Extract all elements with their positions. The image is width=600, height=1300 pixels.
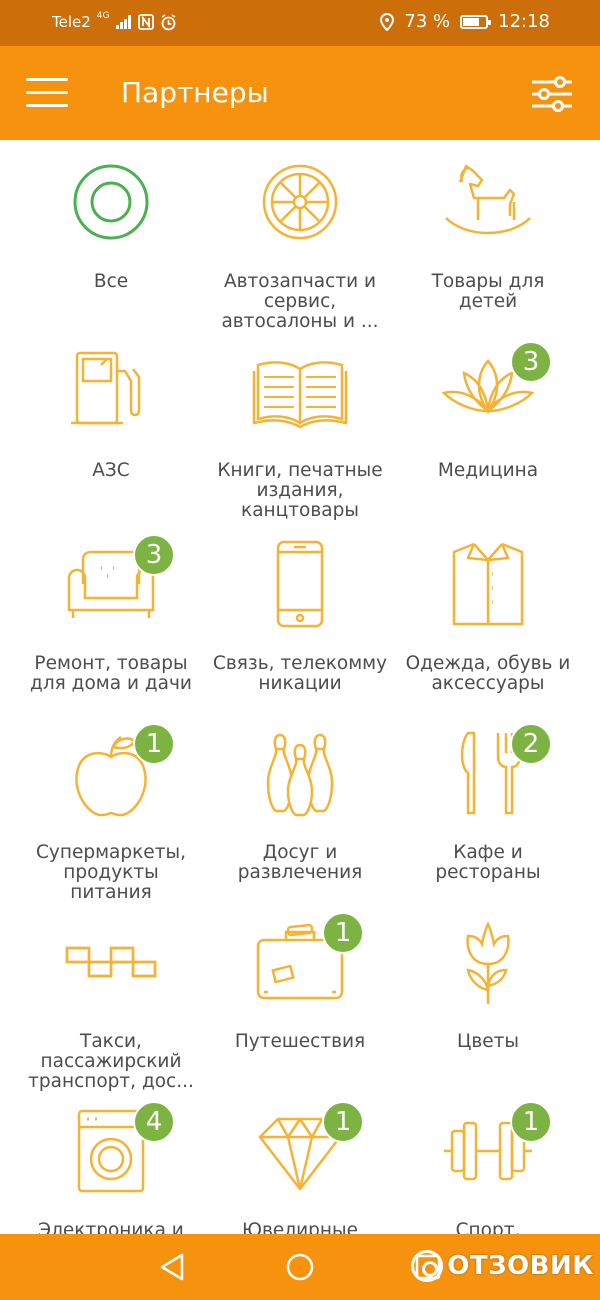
back-icon[interactable] — [158, 1252, 186, 1282]
shirt-icon — [428, 534, 548, 634]
menu-icon[interactable] — [26, 78, 68, 108]
category-item[interactable]: 1 Спорт, — [394, 1101, 582, 1234]
category-label: Такси, пассажирский транспорт, дос... — [28, 1031, 194, 1092]
rocking-horse-icon — [428, 152, 548, 252]
category-item[interactable]: Связь, телекомму никации — [206, 534, 394, 694]
category-item[interactable]: 1 Ювелирные — [206, 1101, 394, 1234]
category-label: Товары для детей — [431, 271, 545, 312]
category-item[interactable]: 2 Кафе и рестораны — [394, 723, 582, 883]
status-right: 73 % 12:18 — [380, 11, 550, 32]
category-item[interactable]: 1 Путешествия — [206, 912, 394, 1052]
car-wheel-icon — [240, 152, 360, 252]
watermark-logo: ОТЗОВИК — [411, 1250, 594, 1282]
signal-icon — [115, 15, 131, 29]
filter-icon[interactable] — [530, 76, 574, 112]
battery-icon — [460, 14, 492, 29]
category-item[interactable]: Одежда, обувь и аксессуары — [394, 534, 582, 694]
location-icon — [380, 12, 395, 31]
count-badge: 1 — [510, 1101, 552, 1143]
app-bar: Партнеры — [0, 46, 600, 140]
otzovik-logo-icon — [411, 1250, 444, 1282]
navigation-bar: ОТЗОВИК — [0, 1234, 600, 1300]
count-badge: 1 — [322, 912, 364, 954]
count-badge: 3 — [133, 534, 175, 576]
watermark-text: ОТЗОВИК — [447, 1251, 594, 1281]
fuel-pump-icon — [51, 341, 171, 441]
page-title: Партнеры — [121, 76, 269, 109]
knife-fork-icon: 2 — [428, 723, 552, 823]
battery-percent: 73 % — [404, 11, 451, 32]
category-label: Все — [93, 271, 129, 292]
status-bar: Tele2 4G 73 % 12:18 — [0, 0, 600, 46]
category-label: Супермаркеты, продукты питания — [36, 842, 186, 903]
category-label: Спорт, — [455, 1220, 521, 1235]
category-item[interactable]: Все — [17, 152, 205, 292]
category-label: Цветы — [456, 1031, 520, 1052]
suitcase-icon: 1 — [240, 912, 364, 1012]
category-item[interactable]: АЗС — [17, 341, 205, 481]
category-label: Электроника и — [38, 1220, 184, 1235]
count-badge: 1 — [133, 723, 175, 765]
carrier-label: Tele2 — [52, 13, 91, 31]
category-label: Медицина — [437, 460, 539, 481]
category-item[interactable]: Цветы — [394, 912, 582, 1052]
all-circle-icon — [51, 152, 171, 252]
category-label: АЗС — [92, 460, 130, 481]
category-item[interactable]: Досуг и развлечения — [206, 723, 394, 883]
home-icon[interactable] — [285, 1252, 315, 1282]
category-label: Ювелирные — [242, 1220, 358, 1235]
clock: 12:18 — [498, 11, 550, 32]
apple-icon: 1 — [51, 723, 175, 823]
alarm-icon — [161, 13, 175, 30]
category-label: Путешествия — [234, 1031, 366, 1052]
lotus-icon: 3 — [428, 341, 552, 441]
count-badge: 2 — [510, 723, 552, 765]
category-label: Книги, печатные издания, канцтовары — [217, 460, 383, 521]
partner-categories-grid: Все Автозапчасти и сервис, автосалоны и .… — [0, 140, 600, 1234]
washing-machine-icon: 4 — [51, 1101, 175, 1201]
count-badge: 3 — [510, 341, 552, 383]
bowling-pins-icon — [240, 723, 360, 823]
category-label: Кафе и рестораны — [435, 842, 541, 883]
category-item[interactable]: Книги, печатные издания, канцтовары — [206, 341, 394, 521]
diamond-icon: 1 — [240, 1101, 364, 1201]
category-item[interactable]: Товары для детей — [394, 152, 582, 312]
count-badge: 1 — [322, 1101, 364, 1143]
count-badge: 4 — [133, 1101, 175, 1143]
category-item[interactable]: 1 Супермаркеты, продукты питания — [17, 723, 205, 903]
category-item[interactable]: 4 Электроника и — [17, 1101, 205, 1234]
nfc-icon — [137, 14, 154, 30]
category-label: Ремонт, товары для дома и дачи — [30, 653, 192, 694]
network-label: 4G — [96, 11, 110, 21]
taxi-checker-icon — [51, 912, 171, 1012]
smartphone-icon — [240, 534, 360, 634]
category-label: Одежда, обувь и аксессуары — [405, 653, 571, 694]
category-item[interactable]: Автозапчасти и сервис, автосалоны и ... — [206, 152, 394, 332]
book-icon — [240, 341, 360, 441]
armchair-icon: 3 — [51, 534, 175, 634]
tulip-icon — [428, 912, 548, 1012]
category-label: Автозапчасти и сервис, автосалоны и ... — [221, 271, 379, 332]
category-item[interactable]: 3 Медицина — [394, 341, 582, 481]
category-item[interactable]: 3 Ремонт, товары для дома и дачи — [17, 534, 205, 694]
category-item[interactable]: Такси, пассажирский транспорт, дос... — [17, 912, 205, 1092]
category-label: Связь, телекомму никации — [212, 653, 388, 694]
category-label: Досуг и развлечения — [237, 842, 363, 883]
dumbbell-icon: 1 — [428, 1101, 552, 1201]
status-left: Tele2 4G — [52, 11, 177, 31]
